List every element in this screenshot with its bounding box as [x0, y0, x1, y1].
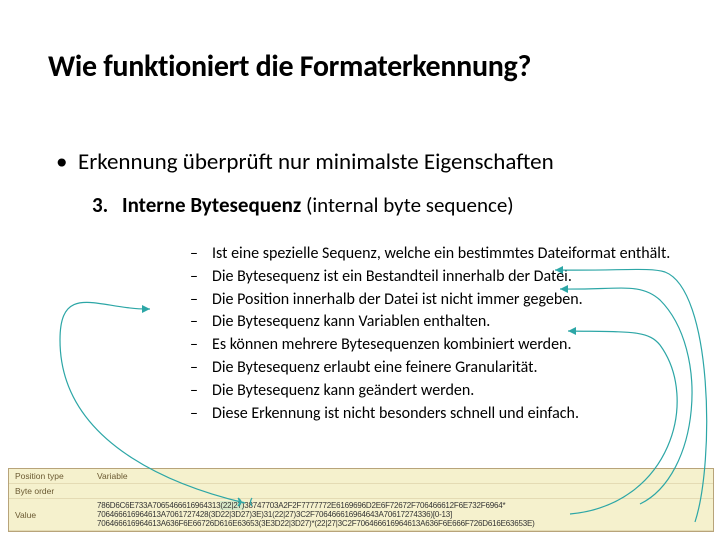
dash-item: Die Bytesequenz kann Variablen enthalten…	[190, 312, 710, 333]
dash-item: Die Bytesequenz erlaubt eine feinere Gra…	[190, 358, 710, 379]
item-label-strong: Interne Bytesequenz	[122, 192, 301, 218]
dash-item: Die Bytesequenz ist ein Bestandteil inne…	[190, 267, 710, 288]
row-label: Value	[9, 499, 91, 531]
dash-item: Es können mehrere Bytesequenzen kombinie…	[190, 335, 710, 356]
row-label: Byte order	[9, 484, 91, 499]
table-header-col2: Variable	[91, 469, 713, 484]
row-empty	[91, 484, 713, 499]
dash-item: Die Bytesequenz kann geändert werden.	[190, 381, 710, 402]
bullet-dot: •	[56, 148, 78, 176]
numbered-item: 3.Interne Bytesequenz (internal byte seq…	[92, 192, 514, 218]
bullet-text: Erkennung überprüft nur minimalste Eigen…	[78, 148, 554, 176]
dash-list: Ist eine spezielle Sequenz, welche ein b…	[150, 244, 710, 426]
hex-value: 786D6C6E733A7065466616964313(22|27)38747…	[91, 499, 713, 531]
dash-item: Die Position innerhalb der Datei ist nic…	[190, 290, 710, 311]
item-number: 3.	[92, 192, 122, 218]
slide-title: Wie funktioniert die Formaterkennung?	[48, 48, 531, 85]
bullet-level-1: •Erkennung überprüft nur minimalste Eige…	[56, 148, 554, 176]
dash-item: Ist eine spezielle Sequenz, welche ein b…	[190, 244, 710, 265]
dash-item: Diese Erkennung ist nicht besonders schn…	[190, 404, 710, 425]
hex-highlight: (22|27)	[220, 501, 244, 510]
table-header-col1: Position type	[9, 469, 91, 484]
item-label-rest: (internal byte sequence)	[301, 192, 513, 218]
byte-sequence-table: Position type Variable Byte order Value …	[8, 468, 714, 532]
